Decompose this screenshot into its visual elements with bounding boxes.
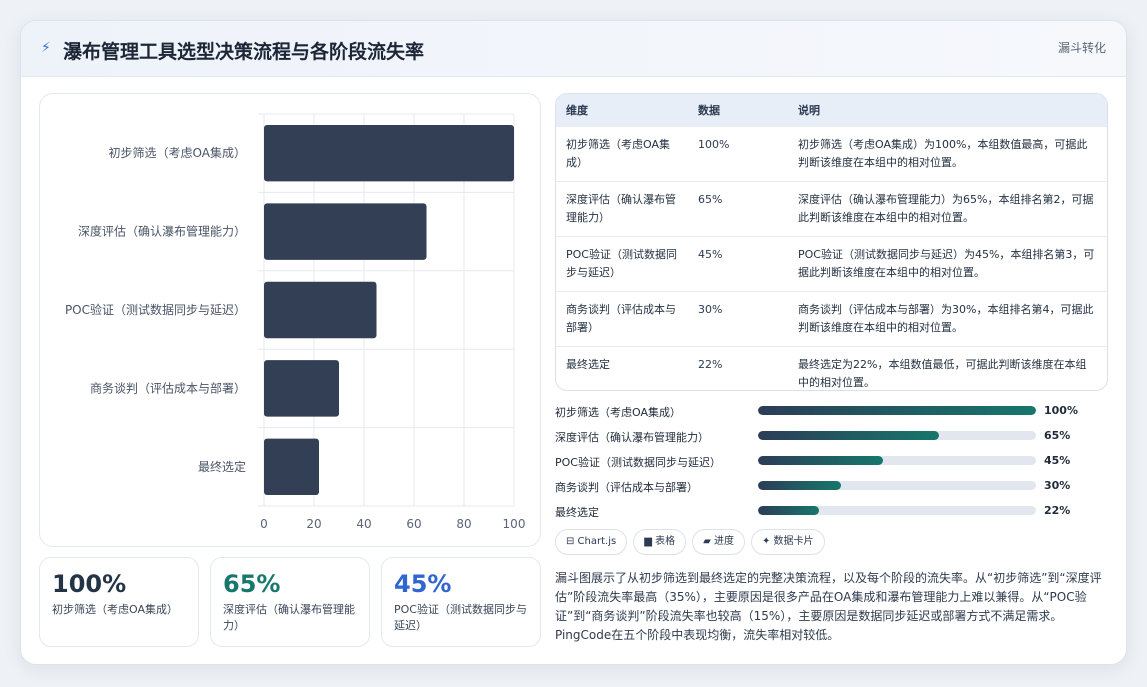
cell-dimension: 初步筛选（考虑OA集成） [556,125,688,181]
bar [264,281,377,339]
progress-label: 商务谈判（评估成本与部署） [555,481,698,494]
kpi-value: 45% [394,570,452,598]
chip-chartjs[interactable]: ⊟ Chart.js [555,529,628,555]
cell-dimension: 最终选定 [556,345,688,390]
progress-track [758,431,1036,440]
progress-value: 30% [1044,479,1071,492]
table-header: 说明 [798,103,820,117]
bolt-icon: ⚡ [41,40,51,56]
description: 漏斗图展示了从初步筛选到最终选定的完整决策流程，以及每个阶段的流失率。从“初步筛… [555,571,1102,642]
progress-row: 初步筛选（考虑OA集成） 100% [555,401,1108,426]
progress-fill [758,456,884,465]
progress-track [758,406,1036,415]
cell-note: 初步筛选（考虑OA集成）为100%，本组数值最高，可据此判断该维度在本组中的相对… [788,125,1107,181]
y-tick-label: 商务谈判（评估成本与部署） [90,380,246,395]
progress-label: 最终选定 [555,506,599,519]
progress-list: 初步筛选（考虑OA集成） 100% 深度评估（确认瀑布管理能力） 65% POC… [555,401,1108,526]
progress-value: 100% [1044,404,1078,417]
cell-note: POC验证（测试数据同步与延迟）为45%，本组排名第3，可据此判断该维度在本组中… [788,235,1107,291]
x-tick-label: 80 [456,517,471,531]
bar [264,124,514,182]
progress-value: 22% [1044,504,1071,517]
x-tick-label: 20 [306,517,321,531]
kpi-value: 100% [52,570,127,598]
cell-dimension: POC验证（测试数据同步与延迟） [556,235,688,291]
cell-value: 65% [688,180,788,236]
progress-label: POC验证（测试数据同步与延迟） [555,456,721,469]
chip-progress[interactable]: ▰ 进度 [692,529,745,555]
table-header-row: 维度 数据 说明 [556,94,1107,126]
progress-fill [758,431,939,440]
progress-track [758,506,1036,515]
progress-row: 深度评估（确认瀑布管理能力） 65% [555,426,1108,451]
bar [264,438,319,496]
kpi-label: POC验证（测试数据同步与延迟） [394,603,527,632]
progress-track [758,481,1036,490]
kpi-value: 65% [223,570,281,598]
bar-chart: 0 20 40 60 80 100 初步筛选（考虑OA集成） 深度评估（确认瀑布管理能力） PO… [39,93,541,547]
cell-dimension: 商务谈判（评估成本与部署） [556,290,688,346]
table-row: 深度评估（确认瀑布管理能力） 65% 深度评估（确认瀑布管理能力）为65%，本组… [556,180,1107,236]
cell-value: 100% [688,125,788,181]
kpi-label: 初步筛选（考虑OA集成） [52,603,178,616]
kpi-card-1: 100% 初步筛选（考虑OA集成） [39,557,199,647]
chip-table[interactable]: ▆ 表格 [633,529,687,555]
kpi-card-3: 45% POC验证（测试数据同步与延迟） [381,557,541,647]
dashboard-card: ⚡ 瀑布管理工具选型决策流程与各阶段流失率 漏斗转化 0 20 40 60 80 100 初… [20,20,1127,665]
funnel-badge: 漏斗转化 [1057,41,1106,55]
y-tick-label: 最终选定 [198,459,246,474]
cell-note: 最终选定为22%，本组数值最低，可据此判断该维度在本组中的相对位置。 [788,345,1107,390]
x-tick-label: 100 [503,517,526,531]
progress-row: 最终选定 22% [555,501,1108,526]
chip-row: ⊟ Chart.js ▆ 表格 ▰ 进度 ✦ 数据卡片 [555,529,831,557]
progress-fill [758,481,842,490]
progress-fill [758,506,820,515]
chip-data-card[interactable]: ✦ 数据卡片 [750,529,825,555]
table-header: 数据 [698,103,720,117]
progress-label: 深度评估（确认瀑布管理能力） [555,431,709,444]
cell-value: 45% [688,235,788,291]
bar [264,203,427,260]
x-tick-label: 60 [406,517,421,531]
progress-label: 初步筛选（考虑OA集成） [555,406,681,419]
table-row: 商务谈判（评估成本与部署） 30% 商务谈判（评估成本与部署）为30%，本组排名… [556,290,1107,346]
x-tick-label: 40 [356,517,371,531]
header: ⚡ 瀑布管理工具选型决策流程与各阶段流失率 漏斗转化 [21,21,1126,77]
bar [264,360,339,417]
table-row: 最终选定 22% 最终选定为22%，本组数值最低，可据此判断该维度在本组中的相对… [556,345,1107,390]
chart-svg: 0 20 40 60 80 100 初步筛选（考虑OA集成） 深度评估（确认瀑布管理能力） PO… [65,113,526,531]
data-table: 维度 数据 说明 初步筛选（考虑OA集成） 100% 初步筛选（考虑OA集成）为… [555,93,1108,391]
cell-note: 商务谈判（评估成本与部署）为30%，本组排名第4，可据此判断该维度在本组中的相对… [788,290,1107,346]
progress-row: 商务谈判（评估成本与部署） 30% [555,476,1108,501]
kpi-card-2: 65% 深度评估（确认瀑布管理能力） [210,557,370,647]
cell-dimension: 深度评估（确认瀑布管理能力） [556,180,688,236]
progress-value: 65% [1044,429,1071,442]
y-tick-label: 深度评估（确认瀑布管理能力） [78,224,246,239]
kpi-label: 深度评估（确认瀑布管理能力） [223,603,355,632]
table-row: 初步筛选（考虑OA集成） 100% 初步筛选（考虑OA集成）为100%，本组数值… [556,125,1107,181]
cell-value: 30% [688,290,788,346]
progress-value: 45% [1044,454,1071,467]
progress-fill [758,406,1036,415]
table-row: POC验证（测试数据同步与延迟） 45% POC验证（测试数据同步与延迟）为45… [556,235,1107,291]
y-tick-label: POC验证（测试数据同步与延迟） [65,302,246,317]
table-header: 维度 [566,103,588,117]
cell-note: 深度评估（确认瀑布管理能力）为65%，本组排名第2，可据此判断该维度在本组中的相… [788,180,1107,236]
progress-row: POC验证（测试数据同步与延迟） 45% [555,451,1108,476]
page-title: 瀑布管理工具选型决策流程与各阶段流失率 [63,41,425,63]
progress-track [758,456,1036,465]
x-tick-label: 0 [260,517,268,531]
cell-value: 22% [688,345,788,390]
y-tick-label: 初步筛选（考虑OA集成） [109,145,246,160]
